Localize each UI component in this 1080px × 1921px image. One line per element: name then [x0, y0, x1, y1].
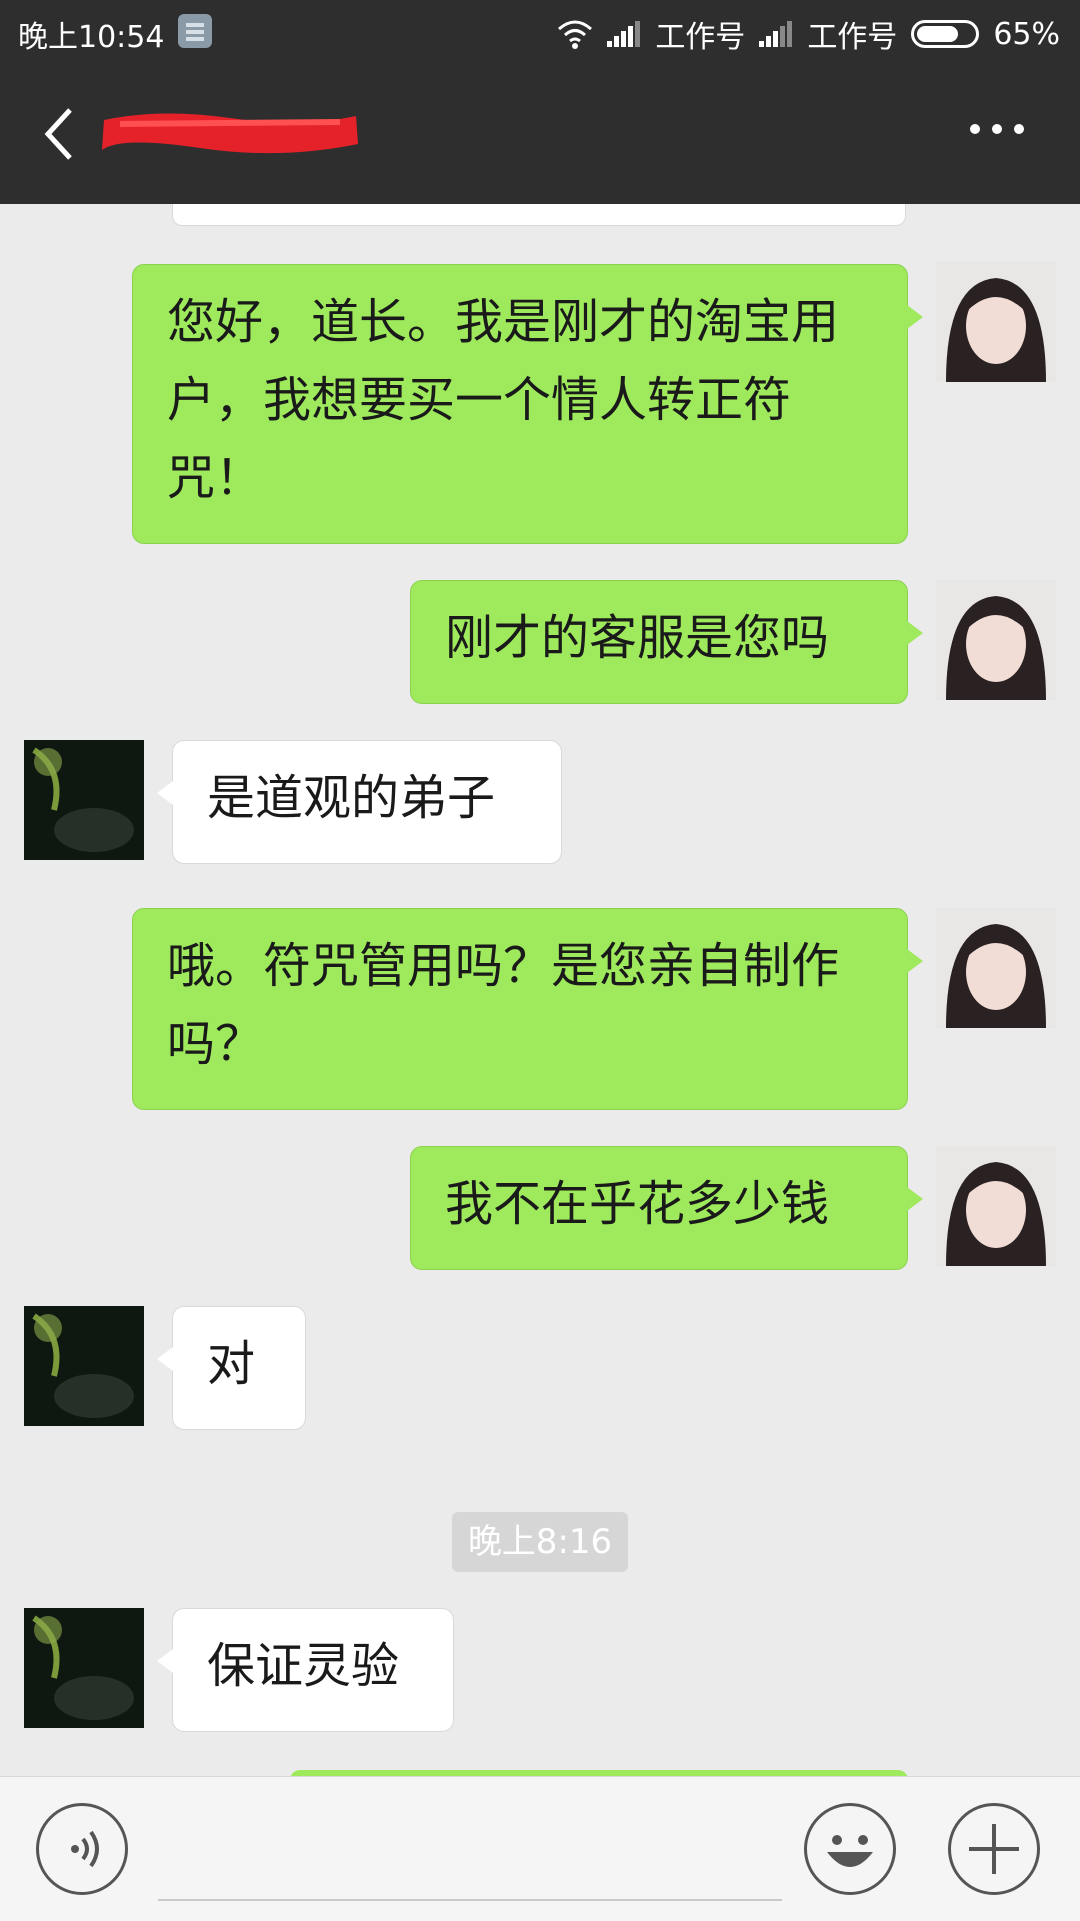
contact-avatar[interactable]	[24, 1608, 144, 1728]
message-bubble-me[interactable]: 哦。符咒管用吗？是您亲自制作吗？	[132, 908, 923, 1110]
notification-icon	[178, 14, 212, 48]
contact-name-redacted	[100, 104, 360, 160]
voice-icon	[71, 1830, 99, 1868]
carrier-label-1: 工作号	[655, 20, 746, 55]
back-arrow-icon[interactable]	[40, 106, 80, 162]
smiley-icon	[827, 1835, 873, 1867]
timestamp-divider: 晚上8:16	[452, 1512, 628, 1572]
contact-avatar[interactable]	[24, 740, 144, 860]
chat-header	[0, 62, 1080, 204]
signal-icon	[607, 21, 641, 47]
chat-area[interactable]: 您好，道长。我是刚才的淘宝用户，我想要买一个情人转正符咒！ 刚才的客服是您吗 是…	[0, 204, 1080, 1776]
message-input[interactable]	[158, 1807, 782, 1901]
emoji-button[interactable]	[804, 1803, 896, 1895]
contact-avatar[interactable]	[24, 1306, 144, 1426]
signal-icon-2	[759, 21, 793, 47]
status-bar: 晚上10:54 工作号 工作号 65%	[0, 0, 1080, 62]
message-bubble-me[interactable]: 您好，道长。我是刚才的淘宝用户，我想要买一个情人转正符咒！	[132, 264, 923, 544]
my-avatar[interactable]	[936, 908, 1056, 1028]
more-options-icon[interactable]	[970, 124, 1030, 144]
message-bubble-me[interactable]: 刚才的客服是您吗	[410, 580, 923, 704]
message-bubble-other[interactable]: 是道观的弟子	[157, 740, 562, 864]
status-right: 工作号 工作号 65%	[557, 12, 1060, 56]
more-functions-button[interactable]	[948, 1803, 1040, 1895]
battery-percent: 65%	[993, 16, 1060, 52]
battery-icon	[911, 20, 980, 48]
partial-message-bubble	[172, 204, 906, 226]
voice-input-button[interactable]	[36, 1803, 128, 1895]
my-avatar[interactable]	[936, 262, 1056, 382]
wifi-icon	[557, 19, 593, 49]
message-bubble-other[interactable]: 对	[157, 1306, 306, 1430]
input-bar	[0, 1776, 1080, 1921]
plus-icon	[969, 1824, 1019, 1874]
carrier-label-2: 工作号	[807, 20, 898, 55]
my-avatar[interactable]	[936, 580, 1056, 700]
message-bubble-other[interactable]: 保证灵验	[157, 1608, 454, 1732]
my-avatar[interactable]	[936, 1146, 1056, 1266]
message-bubble-me[interactable]: 我不在乎花多少钱	[410, 1146, 923, 1270]
status-time: 晚上10:54	[18, 20, 165, 55]
